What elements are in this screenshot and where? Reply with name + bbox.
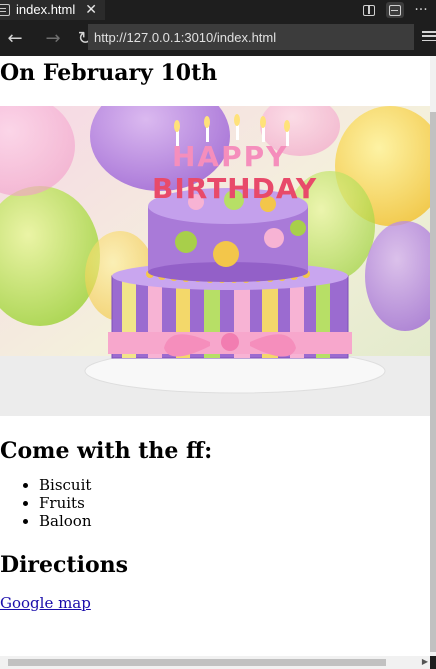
list-item: Fruits [39, 494, 430, 512]
birthday-cake-image: HAPPY BIRTHDAY [0, 106, 430, 416]
svg-text:BIRTHDAY: BIRTHDAY [152, 172, 317, 205]
vertical-scrollbar[interactable] [430, 56, 436, 656]
forward-button[interactable]: → [38, 23, 68, 53]
close-icon[interactable]: ✕ [85, 1, 97, 18]
tab-title: index.html [16, 2, 76, 17]
toggle-layout-icon[interactable] [386, 2, 404, 18]
browser-nav-bar: ← → ↻ http://127.0.0.1:3010/index.html [0, 20, 436, 56]
preview-file-icon [0, 3, 10, 16]
scroll-right-arrow-icon[interactable]: ▶ [422, 657, 428, 666]
split-editor-icon[interactable] [360, 2, 378, 18]
list-item: Baloon [39, 512, 430, 530]
list-item: Biscuit [39, 476, 430, 494]
horizontal-scrollbar[interactable]: ▶ [0, 656, 430, 669]
google-map-link[interactable]: Google map [0, 594, 91, 612]
page-viewport: y On February 10th [0, 56, 436, 656]
ff-heading: Come with the ff: [0, 438, 213, 464]
date-heading: On February 10th [0, 60, 218, 86]
back-button[interactable]: ← [0, 23, 30, 53]
svg-text:HAPPY: HAPPY [172, 140, 288, 173]
horizontal-scroll-thumb[interactable] [8, 659, 386, 666]
hamburger-menu-icon[interactable] [422, 29, 436, 43]
items-list: Biscuit Fruits Baloon [0, 476, 430, 530]
scrollbar-corner [430, 656, 436, 669]
editor-tab-bar: index.html ✕ ··· [0, 0, 436, 20]
vertical-scroll-thumb[interactable] [430, 112, 436, 652]
tab-actions: ··· [360, 0, 436, 20]
tab-index-html[interactable]: index.html ✕ [0, 0, 105, 20]
page-content: y On February 10th [0, 56, 430, 612]
url-input[interactable]: http://127.0.0.1:3010/index.html [88, 24, 414, 50]
directions-heading: Directions [0, 552, 128, 578]
more-actions-icon[interactable]: ··· [412, 2, 430, 18]
